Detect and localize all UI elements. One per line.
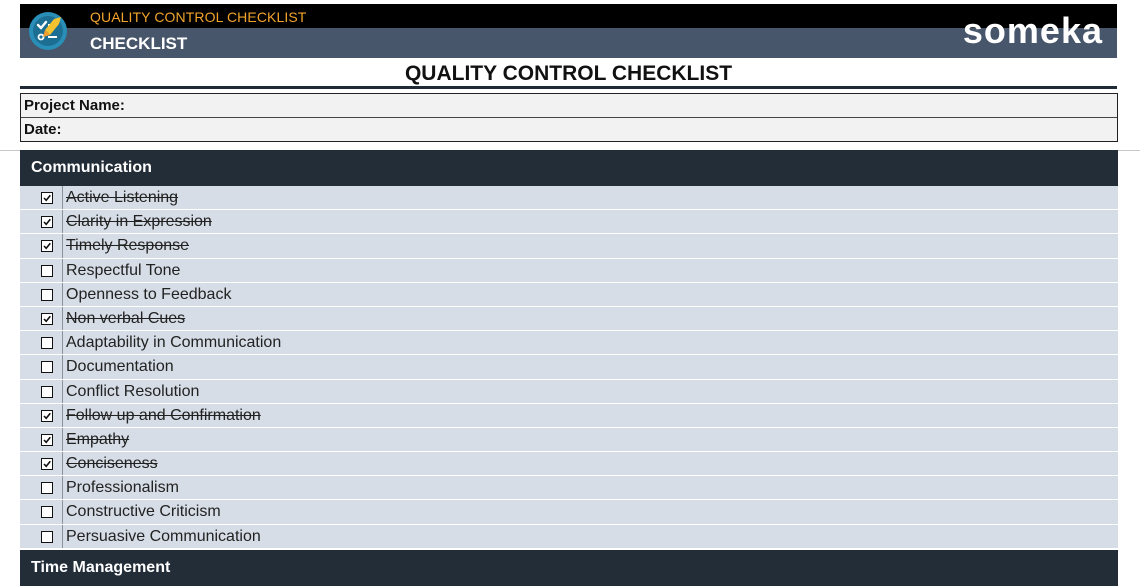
checklist-row[interactable]: Clarity in Expression (20, 210, 1118, 235)
project-name-row[interactable]: Project Name: (21, 94, 1117, 117)
checklist-item-label: Documentation (66, 358, 174, 376)
checkbox-cell (20, 282, 63, 306)
checkbox-cell (20, 524, 63, 548)
checklist-item-label: Conciseness (66, 455, 158, 473)
unchecked-checkbox-icon[interactable] (41, 385, 53, 398)
checkbox-cell (20, 355, 63, 379)
checklist-item-label: Timely Response (66, 237, 190, 255)
checklist-item-label: Active Listening (66, 189, 179, 206)
checklist-row[interactable]: Active Listening (20, 186, 1118, 211)
project-name-label: Project Name: (24, 97, 125, 114)
checklist-item-label: Non verbal Cues (66, 309, 186, 327)
checklist-items: Active Listening Clarity in Expression Tim… (20, 186, 1118, 549)
checklist-row[interactable]: Openness to Feedback (20, 282, 1118, 307)
checked-checkbox-icon[interactable] (41, 409, 53, 422)
checklist-item-label: Conflict Resolution (66, 382, 200, 400)
title-underline (20, 86, 1117, 89)
checklist-item-label: Follow up and Confirmation (66, 406, 261, 424)
page-title: QUALITY CONTROL CHECKLIST (404, 62, 733, 85)
checklist-row[interactable]: Documentation (20, 355, 1118, 380)
section-header-communication: Communication (20, 150, 1118, 186)
unchecked-checkbox-icon[interactable] (41, 482, 53, 495)
checked-checkbox-icon[interactable] (41, 312, 53, 325)
checkbox-cell (20, 210, 63, 234)
checklist-logo-icon (28, 11, 68, 51)
checked-checkbox-icon[interactable] (41, 240, 53, 253)
checked-checkbox-icon[interactable] (41, 458, 53, 471)
checklist-item-label: Openness to Feedback (66, 285, 232, 303)
checklist-item-label: Clarity in Expression (66, 213, 212, 231)
date-label: Date: (24, 121, 62, 138)
checklist-row[interactable]: Professionalism (20, 476, 1118, 501)
checklist-item-label: Constructive Criticism (66, 503, 221, 521)
checkbox-cell (20, 379, 63, 403)
date-row[interactable]: Date: (21, 117, 1117, 141)
checklist-row[interactable]: Conflict Resolution (20, 379, 1118, 404)
checkbox-cell (20, 186, 63, 210)
checkbox-cell (20, 500, 63, 524)
checklist-row[interactable]: Non verbal Cues (20, 306, 1118, 332)
checkbox-cell (20, 427, 63, 452)
checkbox-cell (20, 403, 63, 427)
checklist-item-label: Persuasive Communication (66, 527, 261, 545)
checkbox-cell (20, 234, 63, 258)
checklist-row[interactable]: Persuasive Communication (20, 524, 1118, 549)
checklist-row[interactable]: Respectful Tone (20, 258, 1118, 283)
unchecked-checkbox-icon[interactable] (41, 506, 53, 519)
section-header-time-management: Time Management (20, 550, 1118, 586)
checklist-table: Communication Active Listening Clarity in… (20, 150, 1118, 586)
checked-checkbox-icon[interactable] (41, 216, 53, 229)
checkbox-cell (20, 306, 63, 331)
unchecked-checkbox-icon[interactable] (41, 264, 53, 277)
checklist-row[interactable]: Follow up and Confirmation (20, 403, 1118, 428)
checklist-item-label: Respectful Tone (66, 261, 181, 279)
checklist-item-label: Adaptability in Communication (66, 334, 282, 352)
checked-checkbox-icon[interactable] (41, 433, 53, 446)
checklist-row[interactable]: Conciseness (20, 452, 1118, 477)
checked-checkbox-icon[interactable] (41, 192, 53, 204)
checkbox-cell (20, 476, 63, 500)
checkbox-cell (20, 258, 63, 282)
app-header-banner: QUALITY CONTROL CHECKLIST CHECKLIST some… (20, 4, 1117, 58)
checkbox-cell (20, 452, 63, 476)
unchecked-checkbox-icon[interactable] (41, 530, 53, 543)
app-title: QUALITY CONTROL CHECKLIST (90, 9, 307, 25)
sheet-title: CHECKLIST (90, 34, 188, 53)
checklist-row[interactable]: Empathy (20, 427, 1118, 453)
checklist-row[interactable]: Adaptability in Communication (20, 331, 1118, 356)
unchecked-checkbox-icon[interactable] (41, 361, 53, 374)
project-info-box: Project Name: Date: (20, 93, 1118, 142)
someka-brand-logo[interactable]: someka (963, 11, 1103, 51)
checklist-row[interactable]: Constructive Criticism (20, 500, 1118, 525)
checklist-row[interactable]: Timely Response (20, 234, 1118, 259)
checklist-item-label: Empathy (66, 430, 130, 448)
checkbox-cell (20, 331, 63, 355)
unchecked-checkbox-icon[interactable] (41, 337, 53, 350)
unchecked-checkbox-icon[interactable] (41, 288, 53, 301)
checklist-item-label: Professionalism (66, 479, 179, 497)
